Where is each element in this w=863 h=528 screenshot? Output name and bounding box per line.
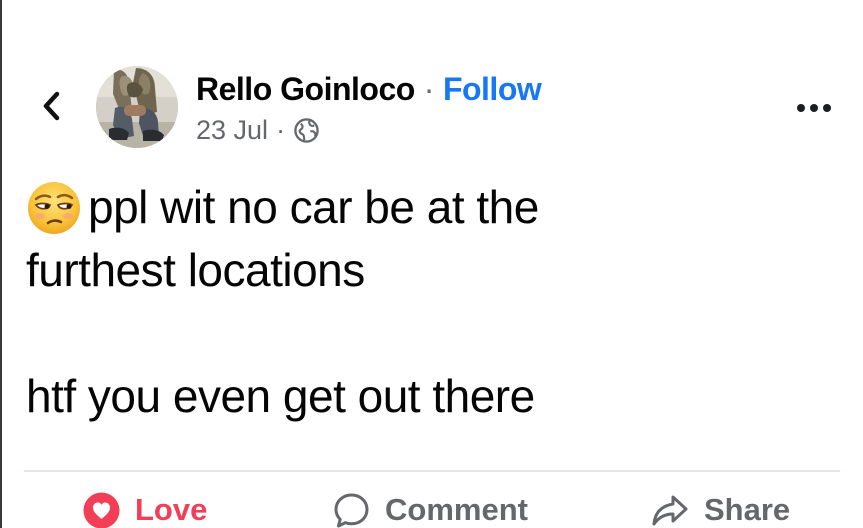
post-text-line-2: furthest locations	[26, 244, 365, 296]
love-button[interactable]: Love	[82, 488, 207, 528]
post-text-blank-line	[26, 302, 846, 365]
speech-bubble-icon	[334, 493, 369, 527]
unamused-face-emoji	[28, 181, 80, 234]
author-name[interactable]: Rello Goinloco	[196, 70, 415, 108]
separator-dot: ·	[423, 71, 435, 107]
post-text-line: furthest locations	[26, 239, 846, 302]
globe-icon	[294, 117, 319, 143]
post-text: ppl wit no car be at the furthest locati…	[26, 176, 846, 428]
post-text-line: htf you even get out there	[26, 365, 846, 428]
action-divider	[24, 470, 840, 472]
share-button[interactable]: Share	[650, 488, 790, 528]
love-label: Love	[135, 492, 208, 527]
share-label: Share	[704, 492, 791, 527]
heart-icon	[83, 492, 120, 528]
avatar-photo	[96, 66, 178, 148]
share-arrow-icon	[652, 495, 688, 525]
back-button[interactable]	[34, 84, 68, 128]
post-text-line-4: htf you even get out there	[26, 370, 535, 422]
comment-button[interactable]: Comment	[332, 488, 528, 528]
more-options-icon	[797, 104, 831, 112]
facebook-post-screen: Rello Goinloco · Follow 23 Jul · ppl wit…	[0, 0, 863, 528]
comment-label: Comment	[385, 492, 528, 527]
more-options-button[interactable]	[794, 95, 834, 121]
left-edge-divider	[0, 0, 2, 528]
post-date[interactable]: 23 Jul	[196, 113, 268, 147]
post-text-line-1: ppl wit no car be at the	[88, 181, 539, 233]
post-text-line: ppl wit no car be at the	[26, 176, 846, 239]
author-avatar[interactable]	[96, 66, 178, 148]
timestamp-row: 23 Jul ·	[196, 113, 716, 147]
author-row: Rello Goinloco · Follow	[196, 70, 716, 108]
post-header: Rello Goinloco · Follow 23 Jul ·	[196, 70, 716, 147]
chevron-left-icon	[43, 91, 60, 121]
follow-button[interactable]: Follow	[443, 70, 542, 108]
separator-dot: ·	[276, 115, 286, 145]
